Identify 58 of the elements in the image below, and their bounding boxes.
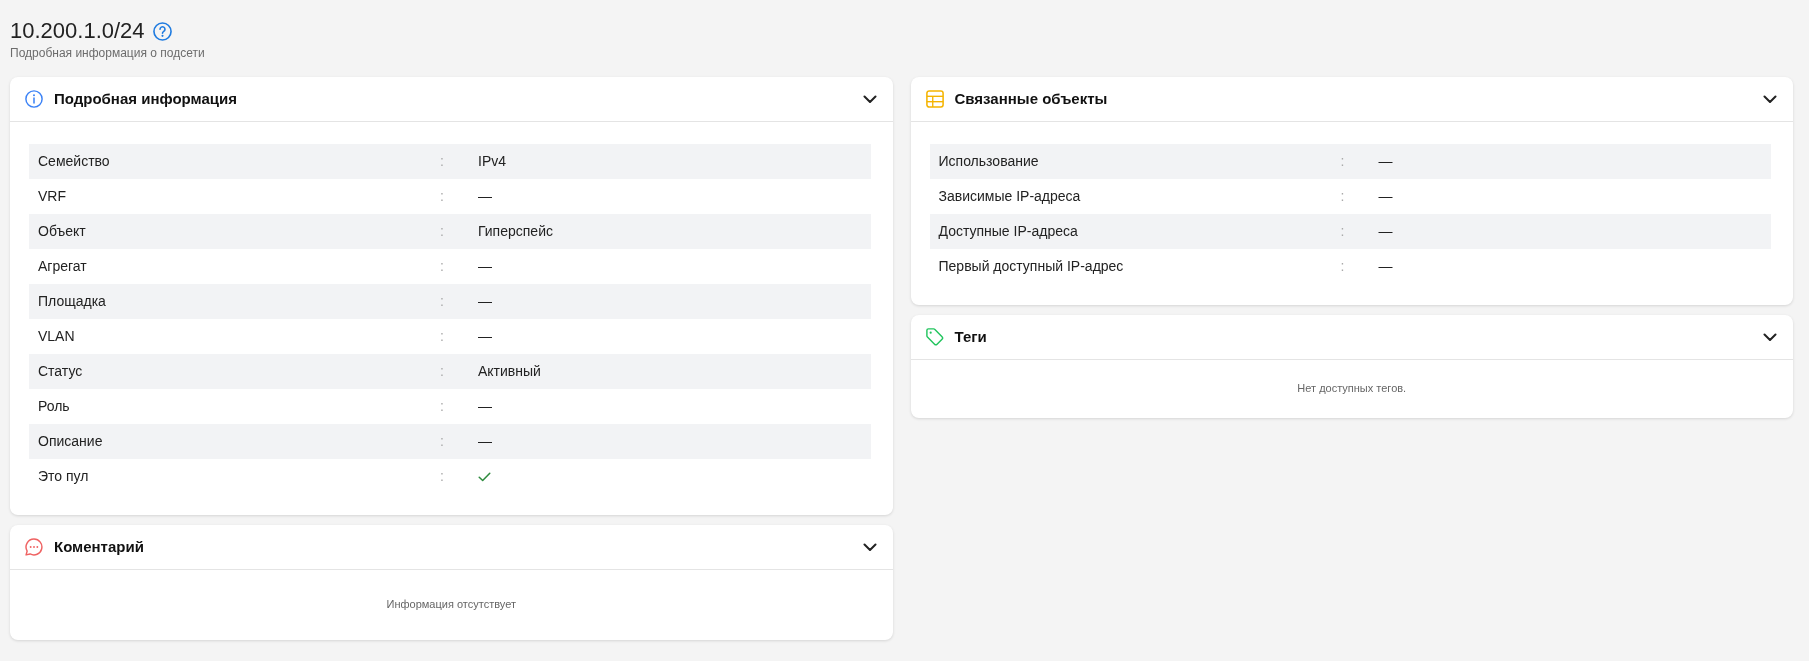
tag-icon	[925, 328, 944, 346]
field-value: —	[1378, 257, 1393, 276]
field-value: —	[478, 327, 492, 346]
field-label: VLAN	[37, 327, 75, 346]
panel-title: Коментарий	[54, 536, 144, 557]
field-label: Использование	[937, 152, 1039, 171]
field-label: VRF	[37, 187, 66, 206]
info-icon	[25, 90, 43, 108]
field-label: Первый доступный IP-адрес	[937, 257, 1124, 276]
colon-separator: :	[440, 362, 444, 381]
field-label: Семейство	[37, 152, 110, 171]
field-value: IPv4	[478, 152, 506, 171]
field-value: —	[1378, 187, 1393, 206]
chevron-icon[interactable]	[862, 94, 877, 104]
panel-title: Связанные объекты	[954, 88, 1108, 109]
colon-separator: :	[1340, 222, 1345, 241]
field-value: —	[1378, 222, 1393, 241]
chat-bubble-icon	[25, 538, 43, 556]
colon-separator: :	[440, 187, 444, 206]
panel-title: Подробная информация	[54, 88, 237, 109]
chevron-icon[interactable]	[862, 542, 877, 552]
page-title: 10.200.1.0/24	[10, 17, 145, 45]
empty-message: Информация отсутствует	[386, 598, 516, 611]
colon-separator: :	[440, 397, 444, 416]
field-label: Статус	[37, 362, 83, 381]
field-label: Площадка	[37, 292, 106, 311]
empty-message: Нет доступных тегов.	[1297, 382, 1407, 395]
colon-separator: :	[440, 257, 444, 276]
field-value: —	[1378, 152, 1393, 171]
field-label: Это пул	[37, 467, 89, 486]
table-icon	[925, 90, 944, 108]
page-subtitle: Подробная информация о подсети	[10, 45, 205, 61]
colon-separator: :	[440, 327, 444, 346]
field-value: —	[478, 187, 492, 206]
field-value: —	[478, 397, 492, 416]
help-icon[interactable]	[152, 21, 172, 41]
field-value: —	[478, 257, 492, 276]
colon-separator: :	[440, 467, 444, 486]
colon-separator: :	[440, 292, 444, 311]
colon-separator: :	[440, 222, 444, 241]
field-label: Объект	[37, 222, 86, 241]
field-value: Гиперспейс	[478, 222, 553, 241]
colon-separator: :	[1340, 187, 1345, 206]
colon-separator: :	[440, 432, 444, 451]
field-label: Зависимые IP-адреса	[937, 187, 1081, 206]
field-label: Роль	[37, 397, 70, 416]
colon-separator: :	[440, 152, 444, 171]
field-label: Описание	[37, 432, 103, 451]
colon-separator: :	[1340, 152, 1345, 171]
field-value: —	[478, 292, 492, 311]
field-value: Активный	[478, 362, 541, 381]
chevron-icon[interactable]	[1763, 332, 1777, 342]
panel-title: Теги	[954, 326, 987, 347]
field-label: Агрегат	[37, 257, 87, 276]
colon-separator: :	[1340, 257, 1345, 276]
field-value: —	[478, 432, 492, 451]
field-label: Доступные IP-адреса	[937, 222, 1078, 241]
chevron-icon[interactable]	[1763, 94, 1777, 104]
